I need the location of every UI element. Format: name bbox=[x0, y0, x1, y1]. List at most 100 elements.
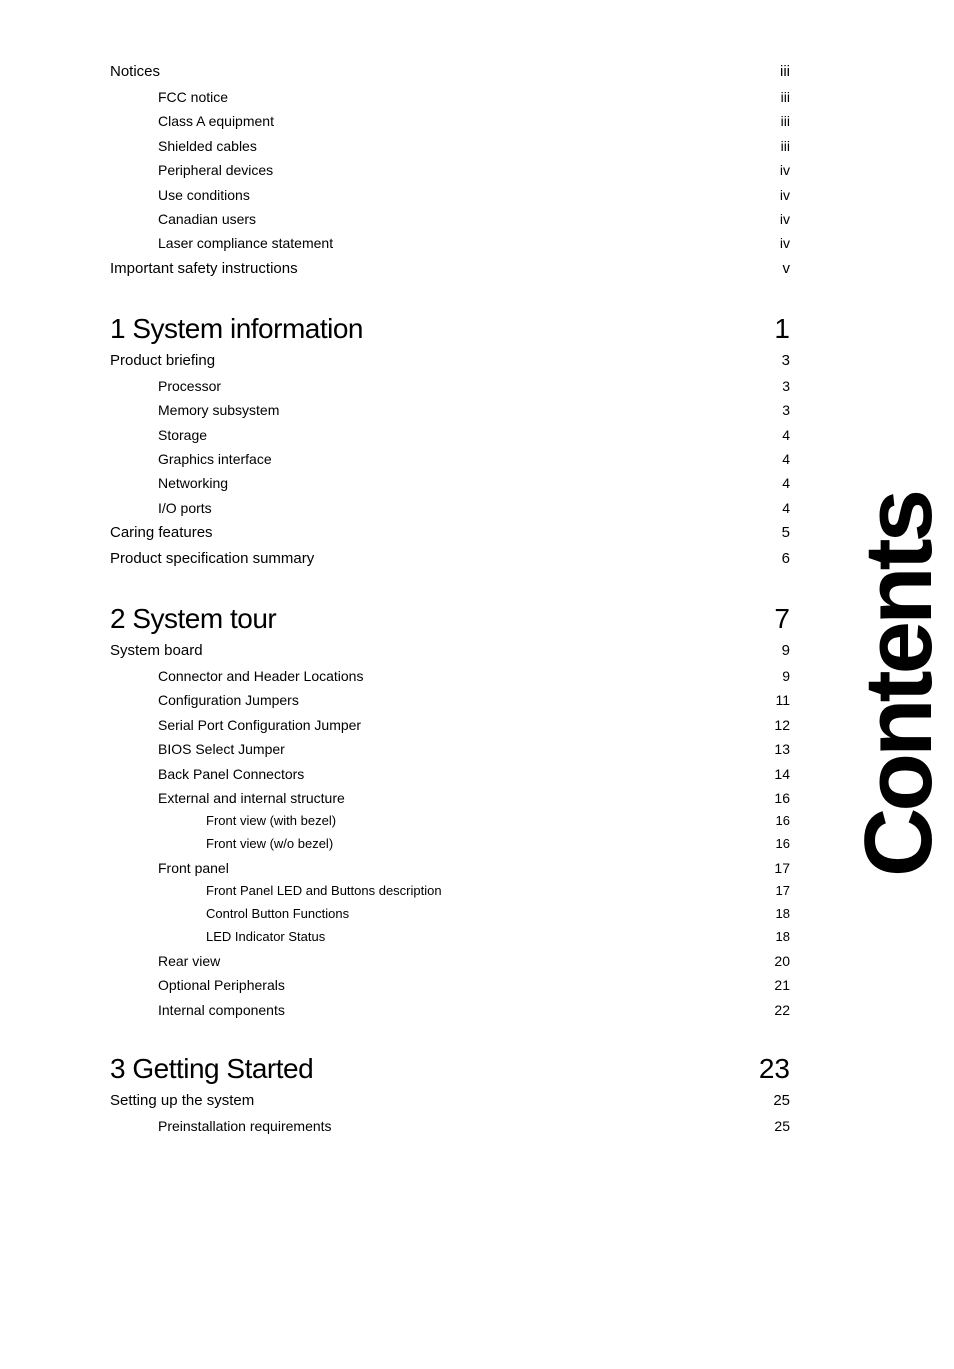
toc-row: Setting up the system25 bbox=[110, 1089, 790, 1113]
toc-page-number: 9 bbox=[760, 639, 790, 663]
toc-label: Notices bbox=[110, 60, 160, 84]
toc-section: 1 System information1Product briefing3Pr… bbox=[110, 313, 790, 571]
toc-page-number: 4 bbox=[760, 424, 790, 446]
toc-label: Laser compliance statement bbox=[110, 232, 333, 254]
toc-row: External and internal structure 16 bbox=[110, 787, 790, 809]
toc-row: Use conditions iv bbox=[110, 184, 790, 206]
toc-label: I/O ports bbox=[110, 497, 212, 519]
toc-label: Shielded cables bbox=[110, 135, 257, 157]
toc-page-number: iv bbox=[760, 232, 790, 254]
toc-label: Class A equipment bbox=[110, 110, 274, 132]
toc-row: Notices iii bbox=[110, 60, 790, 84]
toc-page-number: iii bbox=[760, 60, 790, 84]
toc-label: Internal components bbox=[110, 999, 285, 1021]
toc-row: Back Panel Connectors 14 bbox=[110, 763, 790, 785]
toc-page-number: 21 bbox=[760, 974, 790, 996]
toc-label: Front view (w/o bezel) bbox=[110, 834, 333, 855]
toc-label: Canadian users bbox=[110, 208, 256, 230]
toc-label: Memory subsystem bbox=[110, 399, 279, 421]
toc-page-number: iv bbox=[760, 208, 790, 230]
toc-page-number: 3 bbox=[760, 349, 790, 373]
toc-label: System board bbox=[110, 639, 203, 663]
toc-page-number: 11 bbox=[760, 689, 790, 711]
toc-row: Product briefing 3 bbox=[110, 349, 790, 373]
toc-label: Processor bbox=[110, 375, 221, 397]
chapter-heading: 3 Getting Started 23 bbox=[110, 1053, 790, 1085]
toc-page-number: 18 bbox=[760, 927, 790, 948]
toc-page-number: 4 bbox=[760, 472, 790, 494]
toc-row: FCC notice iii bbox=[110, 86, 790, 108]
toc-row: System board 9 bbox=[110, 639, 790, 663]
toc-label: Important safety instructions bbox=[110, 257, 298, 281]
toc-page-number: 12 bbox=[760, 714, 790, 736]
toc-label: Front view (with bezel) bbox=[110, 811, 336, 832]
toc-row: Optional Peripherals 21 bbox=[110, 974, 790, 996]
toc-label: Back Panel Connectors bbox=[110, 763, 304, 785]
chapter-title: 1 System information bbox=[110, 313, 363, 345]
toc-page-number: 4 bbox=[760, 497, 790, 519]
toc-label: Front panel bbox=[110, 857, 229, 879]
toc-label: Product specification summary bbox=[110, 547, 314, 571]
toc-page-number: 18 bbox=[760, 904, 790, 925]
toc-row: Connector and Header Locations 9 bbox=[110, 665, 790, 687]
toc-section: NoticesiiiFCC noticeiiiClass A equipment… bbox=[110, 60, 790, 281]
toc-row: Processor 3 bbox=[110, 375, 790, 397]
toc-row: Laser compliance statement iv bbox=[110, 232, 790, 254]
toc-row: Serial Port Configuration Jumper12 bbox=[110, 714, 790, 736]
toc-page-number: 17 bbox=[760, 881, 790, 902]
toc-row: BIOS Select Jumper13 bbox=[110, 738, 790, 760]
toc-label: Configuration Jumpers bbox=[110, 689, 299, 711]
contents-text: Contents bbox=[851, 493, 947, 877]
toc-label: Optional Peripherals bbox=[110, 974, 285, 996]
chapter-page: 1 bbox=[774, 313, 790, 345]
toc-page-number: 3 bbox=[760, 375, 790, 397]
toc-label: Rear view bbox=[110, 950, 220, 972]
toc-page-number: 3 bbox=[760, 399, 790, 421]
toc-row: Storage 4 bbox=[110, 424, 790, 446]
toc-label: Front Panel LED and Buttons description bbox=[110, 881, 442, 902]
toc-row: Front Panel LED and Buttons description 1… bbox=[110, 881, 790, 902]
toc-label: Peripheral devices bbox=[110, 159, 273, 181]
toc-label: Connector and Header Locations bbox=[110, 665, 363, 687]
toc-label: Graphics interface bbox=[110, 448, 272, 470]
toc-row: Peripheral devices iv bbox=[110, 159, 790, 181]
toc-row: Preinstallation requirements 25 bbox=[110, 1115, 790, 1137]
toc-page-number: 4 bbox=[760, 448, 790, 470]
toc-row: Front view (with bezel) 16 bbox=[110, 811, 790, 832]
toc-row: Shielded cablesiii bbox=[110, 135, 790, 157]
toc-page-number: 14 bbox=[760, 763, 790, 785]
toc-page-number: 16 bbox=[760, 811, 790, 832]
toc-row: Graphics interface 4 bbox=[110, 448, 790, 470]
toc-page-number: 9 bbox=[760, 665, 790, 687]
chapter-page: 7 bbox=[774, 603, 790, 635]
toc-page-number: 25 bbox=[760, 1115, 790, 1137]
toc-label: Setting up the system bbox=[110, 1089, 254, 1113]
contents-sidebar: Contents bbox=[844, 0, 954, 1369]
toc-page-number: 6 bbox=[760, 547, 790, 571]
toc-page-number: iv bbox=[760, 159, 790, 181]
toc-page-number: iv bbox=[760, 184, 790, 206]
toc-label: Preinstallation requirements bbox=[110, 1115, 332, 1137]
toc-page-number: 20 bbox=[760, 950, 790, 972]
toc-content: NoticesiiiFCC noticeiiiClass A equipment… bbox=[110, 60, 790, 1137]
toc-row: Rear view 20 bbox=[110, 950, 790, 972]
toc-page-number: iii bbox=[760, 86, 790, 108]
toc-row: Front panel17 bbox=[110, 857, 790, 879]
toc-label: FCC notice bbox=[110, 86, 228, 108]
toc-page-number: 16 bbox=[760, 787, 790, 809]
toc-label: Storage bbox=[110, 424, 207, 446]
toc-row: Configuration Jumpers 11 bbox=[110, 689, 790, 711]
toc-label: BIOS Select Jumper bbox=[110, 738, 285, 760]
toc-row: Product specification summary 6 bbox=[110, 547, 790, 571]
toc-page-number: 22 bbox=[760, 999, 790, 1021]
toc-row: Class A equipmentiii bbox=[110, 110, 790, 132]
chapter-heading: 1 System information 1 bbox=[110, 313, 790, 345]
page-container: NoticesiiiFCC noticeiiiClass A equipment… bbox=[0, 0, 954, 1369]
toc-section: 3 Getting Started 23 Setting up the system… bbox=[110, 1053, 790, 1137]
chapter-title: 3 Getting Started bbox=[110, 1053, 313, 1085]
toc-label: Product briefing bbox=[110, 349, 215, 373]
chapter-page: 23 bbox=[759, 1053, 790, 1085]
toc-label: Use conditions bbox=[110, 184, 250, 206]
toc-row: Memory subsystem 3 bbox=[110, 399, 790, 421]
toc-label: External and internal structure bbox=[110, 787, 345, 809]
